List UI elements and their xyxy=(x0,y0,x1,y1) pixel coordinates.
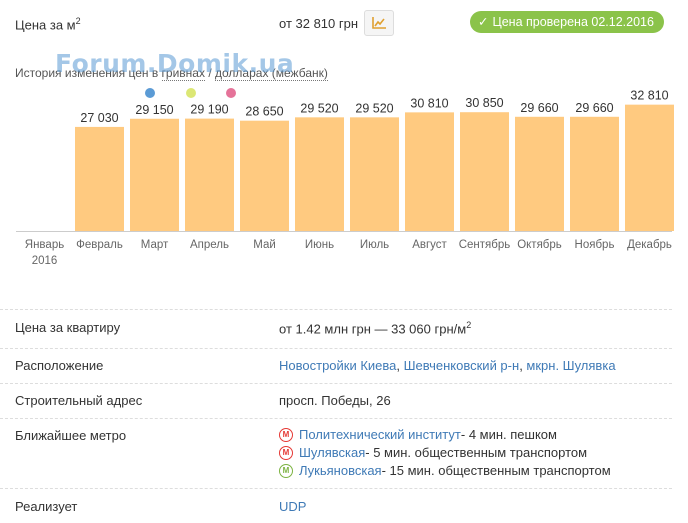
x-tick-label: Июль xyxy=(360,239,389,251)
location-link-microdistrict[interactable]: мкрн. Шулявка xyxy=(526,358,615,373)
location-value: Новостройки Киева, Шевченковский р-н, мк… xyxy=(279,358,616,373)
metro-item: M Лукьяновская - 15 мин. общественным тр… xyxy=(279,463,611,478)
divider xyxy=(0,383,672,384)
apartment-price-value: от 1.42 млн грн — 33 060 грн/м2 xyxy=(279,320,472,337)
x-tick-label: Ноябрь xyxy=(575,239,615,251)
x-tick-label: Август xyxy=(412,239,447,251)
x-tick-label: Февраль xyxy=(76,239,123,251)
metro-item: M Политехнический институт - 4 мин. пешк… xyxy=(279,427,557,442)
chart-bar[interactable] xyxy=(570,116,619,231)
chart-bar[interactable] xyxy=(75,126,124,231)
line-chart-icon xyxy=(372,17,386,29)
divider xyxy=(0,488,672,489)
bar-value-label: 28 650 xyxy=(245,105,283,119)
chart-bar[interactable] xyxy=(240,120,289,231)
metro-icon: M xyxy=(279,427,293,442)
bar-value-label: 29 520 xyxy=(355,101,393,115)
chart-bar[interactable] xyxy=(185,118,234,231)
check-icon: ✓ xyxy=(478,15,489,29)
x-tick-label: Октябрь xyxy=(517,239,562,251)
price-chart-button[interactable] xyxy=(364,10,394,36)
chart-bar[interactable] xyxy=(130,118,179,231)
location-link-district[interactable]: Шевченковский р-н xyxy=(404,358,520,373)
chart-bar[interactable] xyxy=(295,117,344,231)
location-label: Расположение xyxy=(15,358,104,373)
metro-label: Ближайшее метро xyxy=(15,428,127,443)
chart-bar[interactable] xyxy=(625,104,674,231)
watermark: Forum.Domik.ua xyxy=(55,49,295,78)
bar-value-label: 29 660 xyxy=(520,101,558,115)
address-value: просп. Победы, 26 xyxy=(279,393,391,408)
seller-value: UDP xyxy=(279,499,306,514)
seller-label: Реализует xyxy=(15,499,78,514)
bar-value-label: 29 520 xyxy=(300,101,338,115)
metro-icon: M xyxy=(279,445,293,460)
metro-icon: M xyxy=(279,463,293,478)
price-verified-badge: ✓ Цена проверена 02.12.2016 xyxy=(470,11,664,33)
x-tick-label: Апрель xyxy=(190,239,229,251)
x-tick-label: Март xyxy=(141,239,169,251)
price-from-value: от 32 810 грн xyxy=(279,16,359,31)
chart-bar[interactable] xyxy=(460,112,509,231)
chart-bar[interactable] xyxy=(515,116,564,231)
x-tick-label: Май xyxy=(253,239,276,251)
bar-value-label: 32 810 xyxy=(630,89,668,103)
chart-bar[interactable] xyxy=(350,117,399,231)
bar-value-label: 29 190 xyxy=(190,103,228,117)
price-history-chart: Январь 2016 27 030 Февраль 29 150 Март 29 190 А… xyxy=(16,89,674,267)
divider xyxy=(0,418,672,419)
divider xyxy=(0,309,672,310)
chart-bar[interactable] xyxy=(405,112,454,231)
x-tick-label: Декабрь xyxy=(627,239,672,251)
bar-value-label: 29 660 xyxy=(575,101,613,115)
bar-value-label: 30 810 xyxy=(410,96,448,110)
seller-link[interactable]: UDP xyxy=(279,499,306,514)
x-tick-label: Июнь xyxy=(305,239,334,251)
location-link-city[interactable]: Новостройки Киева xyxy=(279,358,396,373)
metro-station-link[interactable]: Лукьяновская xyxy=(299,463,382,478)
apartment-price-label: Цена за квартиру xyxy=(15,320,121,335)
divider xyxy=(0,348,672,349)
metro-station-link[interactable]: Шулявская xyxy=(299,445,365,460)
x-tick-label: 2016 xyxy=(32,255,58,267)
metro-item: M Шулявская - 5 мин. общественным трансп… xyxy=(279,445,587,460)
price-per-m2-label: Цена за м2 xyxy=(15,16,81,33)
bar-value-label: 27 030 xyxy=(80,111,118,125)
address-label: Строительный адрес xyxy=(15,393,143,408)
bar-value-label: 30 850 xyxy=(465,96,503,110)
x-tick-label: Сентябрь xyxy=(459,239,511,251)
bar-value-label: 29 150 xyxy=(135,103,173,117)
x-tick-label: Январь xyxy=(25,239,64,251)
metro-station-link[interactable]: Политехнический институт xyxy=(299,427,461,442)
